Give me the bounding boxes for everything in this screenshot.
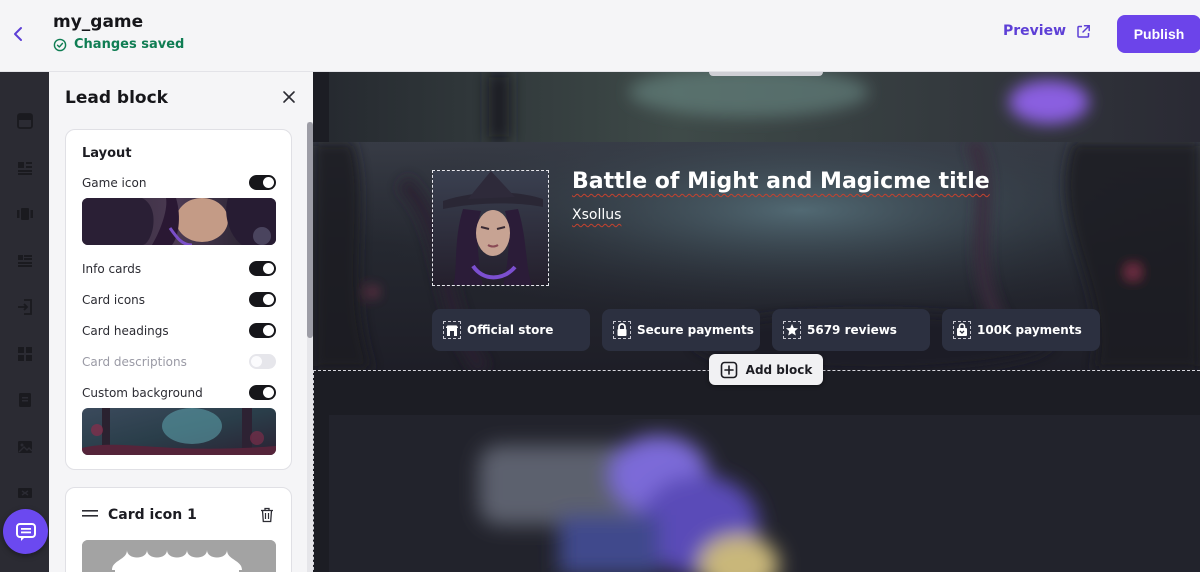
text-block-icon[interactable] [16, 252, 34, 270]
plus-square-icon [720, 361, 737, 378]
login-icon[interactable] [16, 298, 34, 316]
ticket-icon[interactable] [16, 484, 34, 502]
back-button[interactable] [8, 24, 28, 44]
witch-portrait-image [82, 198, 276, 245]
publish-button[interactable]: Publish [1117, 15, 1200, 53]
lead-block[interactable]: Battle of Might and Magicme title Xsollu… [313, 142, 1200, 370]
chevron-left-icon [14, 27, 22, 41]
add-block-button[interactable]: Add block [709, 354, 823, 385]
next-block[interactable] [329, 415, 1200, 572]
card-headings-label: Card headings [82, 324, 169, 338]
tool-rail [0, 72, 49, 572]
image-block-icon[interactable] [16, 438, 34, 456]
info-cards-toggle[interactable] [249, 261, 276, 276]
info-cards-label: Info cards [82, 262, 142, 276]
header-block-icon[interactable] [16, 112, 34, 130]
close-icon[interactable] [281, 89, 297, 105]
store-icon [443, 321, 461, 339]
external-link-icon [1077, 24, 1090, 38]
custom-background-toggle[interactable] [249, 385, 276, 400]
game-icon[interactable] [432, 170, 549, 286]
add-block-label: Add block [745, 362, 813, 377]
card-icon-section: Card icon 1 [65, 487, 292, 572]
star-icon [783, 321, 801, 339]
custom-background-thumbnail[interactable] [82, 408, 276, 455]
info-card-label: Official store [467, 323, 554, 337]
blurred-banner-image [329, 72, 1200, 142]
trash-icon[interactable] [260, 507, 274, 523]
info-card-reviews[interactable]: 5679 reviews [772, 309, 930, 351]
card-icons-label: Card icons [82, 293, 146, 307]
preview-label: Preview [1003, 23, 1067, 39]
forest-background-image [82, 408, 276, 455]
preview-button[interactable]: Preview [1003, 23, 1091, 39]
game-icon-label: Game icon [82, 176, 147, 190]
layout-list-icon[interactable] [16, 159, 34, 177]
info-card-secure-payments[interactable]: Secure payments [602, 309, 760, 351]
store-icon-preview [82, 540, 276, 572]
card-icons-toggle[interactable] [249, 292, 276, 307]
layout-heading: Layout [82, 146, 132, 161]
card-icon-preview[interactable] [82, 540, 276, 572]
publisher-name[interactable]: Xsollus [572, 207, 621, 223]
document-icon[interactable] [16, 391, 34, 409]
add-block-button-previous[interactable] [709, 72, 823, 76]
game-icon-toggle[interactable] [249, 175, 276, 190]
card-descriptions-label: Card descriptions [82, 355, 187, 369]
block-selection-border-left [313, 370, 314, 572]
card-headings-toggle[interactable] [249, 323, 276, 338]
info-card-label: Secure payments [637, 323, 754, 337]
info-card-payments[interactable]: 100K payments [942, 309, 1100, 351]
lock-icon [613, 321, 631, 339]
game-title[interactable]: Battle of Might and Magicme title [572, 169, 990, 194]
project-name: my_game [53, 12, 144, 32]
panel-title: Lead block [65, 88, 168, 108]
top-bar: my_game Changes saved Preview Publish [0, 0, 1200, 72]
info-card-official-store[interactable]: Official store [432, 309, 590, 351]
save-status-text: Changes saved [74, 37, 185, 52]
card-descriptions-toggle[interactable] [249, 354, 276, 369]
grid-icon[interactable] [16, 345, 34, 363]
info-card-label: 5679 reviews [807, 323, 897, 337]
custom-background-label: Custom background [82, 386, 203, 400]
check-circle-icon [53, 38, 67, 51]
carousel-icon[interactable] [16, 205, 34, 223]
settings-panel: Lead block Layout Game icon Info cards C… [49, 72, 313, 572]
card-icon-title: Card icon 1 [108, 507, 197, 523]
game-icon-thumbnail[interactable] [82, 198, 276, 245]
previous-block[interactable] [329, 72, 1200, 142]
witch-icon-image [433, 171, 548, 285]
save-status: Changes saved [53, 37, 184, 52]
layout-section: Layout Game icon Info cards Card icons C… [65, 129, 292, 470]
page-canvas: Battle of Might and Magicme title Xsollu… [313, 72, 1200, 572]
drag-handle-icon[interactable] [82, 510, 98, 518]
info-card-label: 100K payments [977, 323, 1082, 337]
chat-icon [15, 522, 36, 541]
bag-icon [953, 321, 971, 339]
support-chat-button[interactable] [3, 509, 48, 554]
blurred-content-image [329, 415, 1200, 572]
